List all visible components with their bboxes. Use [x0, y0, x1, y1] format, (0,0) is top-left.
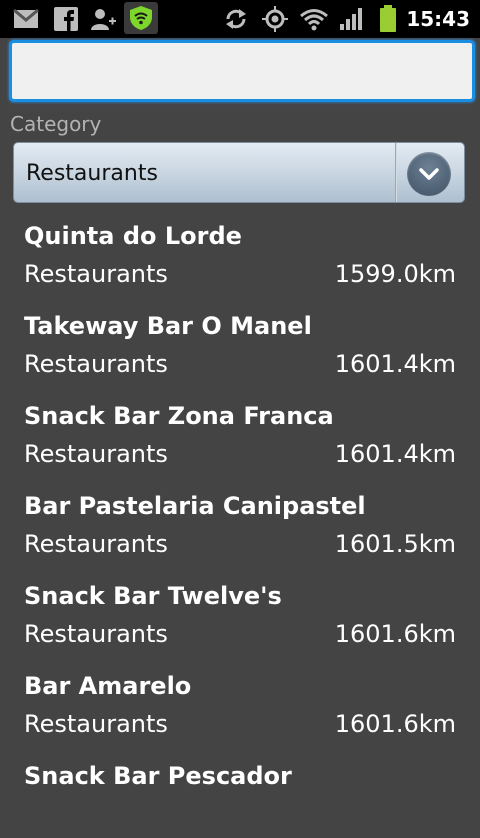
wifi-icon	[298, 6, 330, 32]
battery-icon	[376, 5, 400, 32]
add-contact-icon[interactable]	[88, 6, 118, 32]
clock: 15:43	[406, 7, 470, 31]
place-name: Bar Pastelaria Canipastel	[24, 492, 366, 520]
place-distance: 1601.6km	[334, 620, 456, 648]
place-name: Quinta do Lorde	[24, 222, 242, 250]
status-bar: 15:43	[0, 0, 480, 38]
sync-icon	[222, 6, 250, 32]
place-category: Restaurants	[24, 260, 168, 288]
place-name: Snack Bar Pescador	[24, 762, 292, 790]
category-spinner[interactable]: Restaurants	[13, 142, 465, 203]
search-input[interactable]	[9, 40, 475, 102]
list-item[interactable]: Snack Bar Zona Franca Restaurants 1601.4…	[0, 388, 480, 478]
place-category: Restaurants	[24, 350, 168, 378]
gmail-icon[interactable]	[12, 6, 40, 32]
place-category: Restaurants	[24, 710, 168, 738]
place-distance: 1601.5km	[334, 530, 456, 558]
place-name: Snack Bar Zona Franca	[24, 402, 334, 430]
place-category: Restaurants	[24, 440, 168, 468]
category-selected-value: Restaurants	[26, 161, 158, 186]
list-item[interactable]: Quinta do Lorde Restaurants 1599.0km	[0, 208, 480, 298]
list-item[interactable]: Takeway Bar O Manel Restaurants 1601.4km	[0, 298, 480, 388]
place-distance: 1601.4km	[334, 440, 456, 468]
spinner-divider	[395, 143, 397, 202]
list-item[interactable]: Snack Bar Pescador	[0, 748, 480, 838]
place-category: Restaurants	[24, 620, 168, 648]
place-name: Snack Bar Twelve's	[24, 582, 282, 610]
place-name: Bar Amarelo	[24, 672, 192, 700]
place-distance: 1599.0km	[334, 260, 456, 288]
place-name: Takeway Bar O Manel	[24, 312, 312, 340]
list-item[interactable]: Bar Pastelaria Canipastel Restaurants 16…	[0, 478, 480, 568]
gps-icon	[260, 6, 290, 32]
wifi-shield-icon[interactable]	[124, 2, 158, 34]
category-label: Category	[10, 112, 102, 136]
place-distance: 1601.4km	[334, 350, 456, 378]
place-category: Restaurants	[24, 530, 168, 558]
facebook-icon[interactable]	[52, 6, 80, 32]
list-item[interactable]: Bar Amarelo Restaurants 1601.6km	[0, 658, 480, 748]
chevron-down-icon[interactable]	[407, 152, 451, 196]
signal-icon	[338, 6, 366, 32]
list-item[interactable]: Snack Bar Twelve's Restaurants 1601.6km	[0, 568, 480, 658]
place-distance: 1601.6km	[334, 710, 456, 738]
results-list: Quinta do Lorde Restaurants 1599.0km Tak…	[0, 208, 480, 838]
